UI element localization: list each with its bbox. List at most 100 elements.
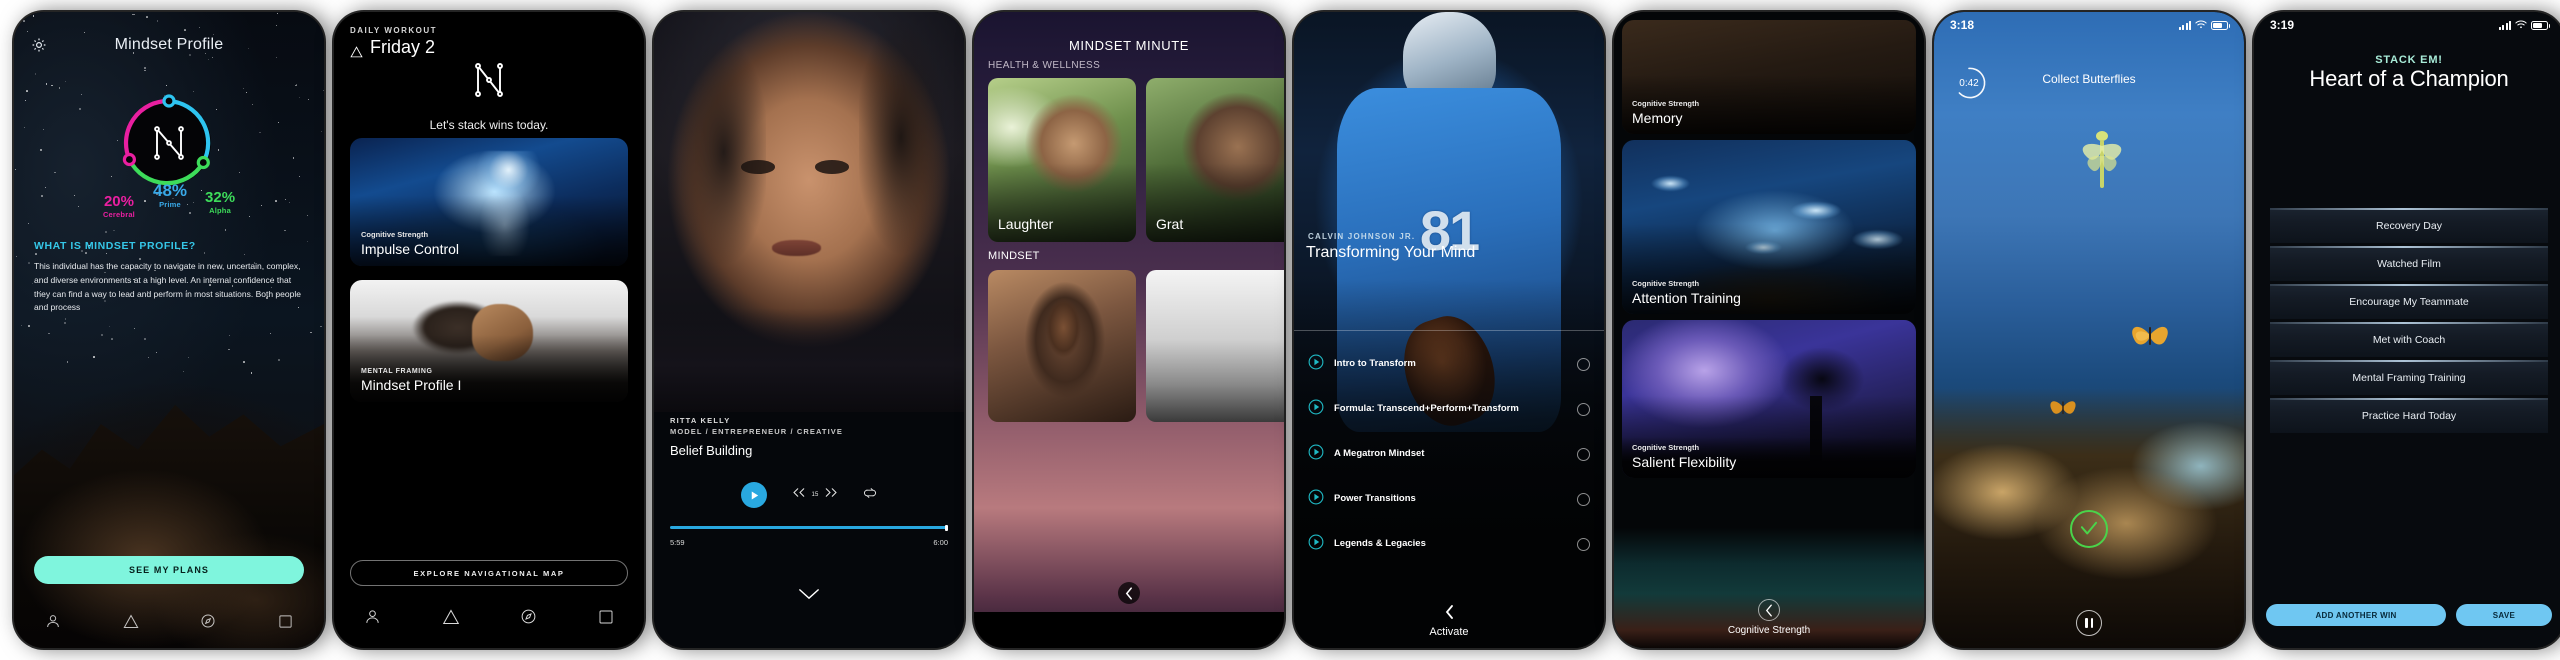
chevron-down-icon[interactable] bbox=[654, 588, 964, 600]
speaker-role: MODEL / ENTREPRENEUR / CREATIVE bbox=[670, 427, 844, 436]
metric-value: 20% bbox=[103, 193, 134, 210]
chevron-left-icon[interactable] bbox=[1758, 599, 1780, 621]
card-title: Impulse Control bbox=[361, 241, 460, 257]
play-icon[interactable] bbox=[1308, 399, 1324, 420]
footer-label: Cognitive Strength bbox=[1727, 625, 1811, 636]
forward-15-icon[interactable] bbox=[824, 486, 839, 504]
eye-right-art bbox=[815, 160, 850, 174]
athlete-name: CALVIN JOHNSON JR. bbox=[1308, 232, 1416, 241]
triangle-icon[interactable] bbox=[123, 613, 139, 634]
card-meta: Cognitive Strength Memory bbox=[1632, 99, 1699, 126]
profile-body-text: This individual has the capacity to navi… bbox=[34, 261, 301, 313]
win-item[interactable]: Watched Film bbox=[2270, 246, 2548, 281]
play-icon[interactable] bbox=[741, 482, 768, 508]
compass-icon[interactable] bbox=[520, 608, 537, 630]
lesson-row[interactable]: Power Transitions bbox=[1294, 477, 1604, 522]
back-control[interactable] bbox=[974, 582, 1284, 604]
triangle-icon[interactable] bbox=[442, 608, 460, 630]
compass-icon[interactable] bbox=[200, 613, 216, 634]
screen-belief-building: RITTA KELLY MODEL / ENTREPRENEUR / CREAT… bbox=[654, 12, 964, 648]
page-title: MINDSET MINUTE bbox=[1068, 38, 1190, 53]
metric-value: 32% bbox=[205, 189, 236, 206]
profile-icon[interactable] bbox=[364, 608, 381, 630]
tile-mindset-1[interactable] bbox=[988, 270, 1136, 422]
phone-mockup-row: Mindset Profile 20% Cerebral 48% Prime 3… bbox=[0, 0, 2560, 660]
progress-bar[interactable] bbox=[670, 524, 948, 531]
skip-controls: 15 bbox=[791, 486, 838, 504]
tile-label: Laughter bbox=[998, 216, 1054, 232]
square-icon[interactable] bbox=[278, 614, 293, 634]
profile-header: Mindset Profile bbox=[14, 36, 324, 54]
win-item[interactable]: Mental Framing Training bbox=[2270, 360, 2548, 395]
phone-transforming-your-mind: 81 CALVIN JOHNSON JR. Transforming Your … bbox=[1294, 12, 1604, 648]
card-category: Cognitive Strength bbox=[1632, 279, 1700, 288]
card-category: MENTAL FRAMING bbox=[361, 368, 433, 375]
battery-icon bbox=[2211, 20, 2230, 30]
stack-em-kicker: STACK EM! bbox=[2375, 54, 2443, 66]
lesson-status-radio[interactable] bbox=[1577, 493, 1590, 506]
cognitive-footer[interactable]: Cognitive Strength bbox=[1614, 599, 1924, 636]
lesson-row[interactable]: A Megatron Mindset bbox=[1294, 432, 1604, 477]
gear-icon[interactable] bbox=[30, 36, 48, 54]
status-bar: 3:19 bbox=[2254, 12, 2560, 38]
chevron-left-icon[interactable] bbox=[1118, 582, 1140, 604]
pause-icon[interactable] bbox=[2076, 610, 2102, 636]
screen-butterfly-game: 3:18 0:42 Collect Butterflies bbox=[1934, 12, 2244, 648]
card-memory[interactable]: Cognitive Strength Memory bbox=[1622, 20, 1916, 134]
card-salient-flexibility[interactable]: Cognitive Strength Salient Flexibility bbox=[1622, 320, 1916, 478]
track-meta: RITTA KELLY MODEL / ENTREPRENEUR / CREAT… bbox=[670, 416, 843, 458]
card-meta: Cognitive Strength Salient Flexibility bbox=[1632, 443, 1736, 470]
rewind-15-icon[interactable] bbox=[791, 486, 806, 504]
workout-card-impulse-control[interactable]: Cognitive Strength Impulse Control bbox=[350, 138, 628, 266]
cellular-signal-icon bbox=[2498, 20, 2511, 30]
phone-audio-player: RITTA KELLY MODEL / ENTREPRENEUR / CREAT… bbox=[654, 12, 964, 648]
square-icon[interactable] bbox=[598, 609, 614, 630]
progress-thumb[interactable] bbox=[945, 524, 948, 531]
lesson-title: Formula: Transcend+Perform+Transform bbox=[1334, 403, 1519, 415]
butterfly-art[interactable] bbox=[2046, 394, 2080, 425]
card-attention-training[interactable]: Cognitive Strength Attention Training bbox=[1622, 140, 1916, 314]
metric-value: 48% bbox=[152, 181, 188, 200]
see-my-plans-button[interactable]: SEE MY PLANS bbox=[34, 556, 304, 584]
status-bar: 3:18 bbox=[1934, 12, 2244, 38]
neuro-n-logo bbox=[334, 60, 644, 100]
lesson-row[interactable]: Legends & Legacies bbox=[1294, 522, 1604, 567]
status-indicators bbox=[2498, 18, 2550, 32]
health-wellness-carousel[interactable]: Laughter Grat bbox=[988, 78, 1284, 242]
profile-icon[interactable] bbox=[45, 613, 61, 634]
play-icon[interactable] bbox=[1308, 489, 1324, 510]
win-item[interactable]: Encourage My Teammate bbox=[2270, 284, 2548, 319]
repeat-icon[interactable] bbox=[863, 486, 877, 505]
chevron-left-icon[interactable] bbox=[1445, 605, 1454, 623]
tile-mindset-2[interactable] bbox=[1146, 270, 1284, 422]
explore-navigational-map-button[interactable]: EXPLORE NAVIGATIONAL MAP bbox=[350, 560, 628, 586]
card-meta: Cognitive Strength Attention Training bbox=[1632, 279, 1741, 306]
check-icon[interactable] bbox=[2070, 510, 2108, 548]
lesson-status-radio[interactable] bbox=[1577, 358, 1590, 371]
phone-cognitive-strength: Cognitive Strength Memory Cognitive Stre… bbox=[1614, 12, 1924, 648]
lesson-row[interactable]: Formula: Transcend+Perform+Transform bbox=[1294, 387, 1604, 432]
tile-gratitude[interactable]: Grat bbox=[1146, 78, 1284, 242]
add-another-win-button[interactable]: ADD ANOTHER WIN bbox=[2266, 604, 2446, 626]
activate-footer[interactable]: Activate bbox=[1294, 605, 1604, 638]
win-item[interactable]: Met with Coach bbox=[2270, 322, 2548, 357]
lesson-row[interactable]: Intro to Transform bbox=[1294, 342, 1604, 387]
tile-laughter[interactable]: Laughter bbox=[988, 78, 1136, 242]
butterfly-art[interactable] bbox=[2126, 317, 2174, 358]
card-title: Attention Training bbox=[1632, 290, 1741, 306]
play-icon[interactable] bbox=[1308, 354, 1324, 375]
win-item[interactable]: Practice Hard Today bbox=[2270, 398, 2548, 433]
dragonfly-art[interactable] bbox=[2070, 126, 2134, 205]
play-icon[interactable] bbox=[1308, 444, 1324, 465]
save-button[interactable]: SAVE bbox=[2456, 604, 2552, 626]
win-item[interactable]: Recovery Day bbox=[2270, 208, 2548, 243]
workout-card-mindset-profile[interactable]: MENTAL FRAMING Mindset Profile I bbox=[350, 280, 628, 402]
mindset-carousel[interactable] bbox=[988, 270, 1284, 422]
lesson-status-radio[interactable] bbox=[1577, 403, 1590, 416]
lesson-status-radio[interactable] bbox=[1577, 538, 1590, 551]
play-icon[interactable] bbox=[1308, 534, 1324, 555]
screen-stack-em: 3:19 STACK EM! Heart of a Champion Recov… bbox=[2254, 12, 2560, 648]
screen-mindset-minute: MINDSET MINUTE HEALTH & WELLNESS Laughte… bbox=[974, 12, 1284, 648]
lesson-status-radio[interactable] bbox=[1577, 448, 1590, 461]
card-category: Cognitive Strength bbox=[1632, 99, 1700, 108]
